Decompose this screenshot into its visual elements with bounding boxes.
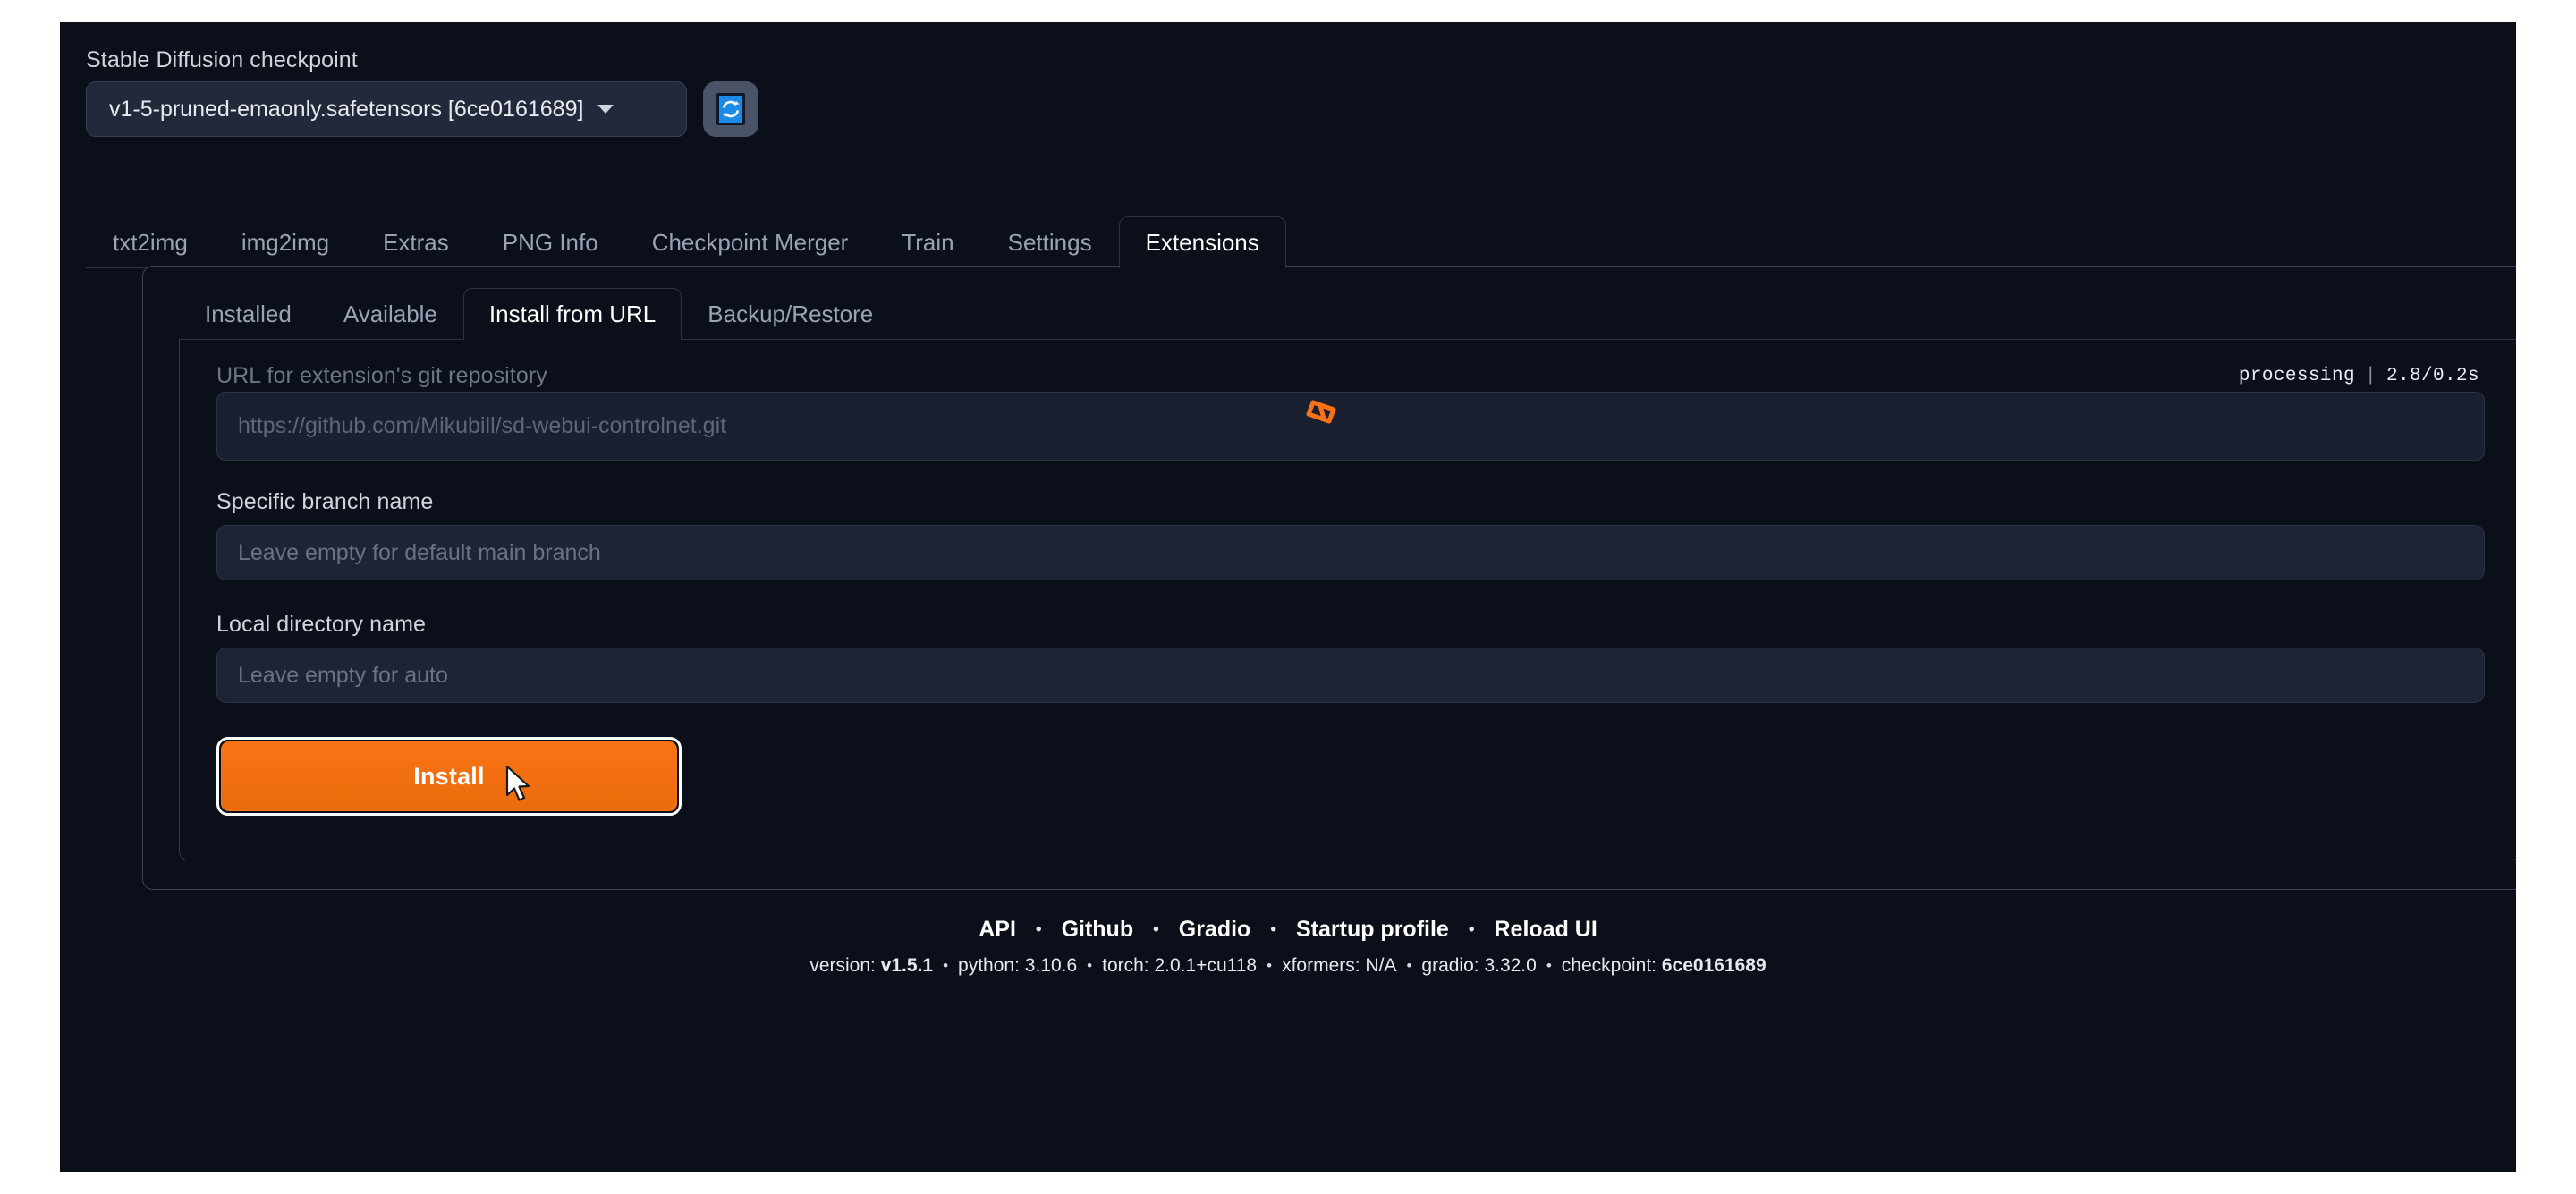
install-from-url-form: URL for extension's git repository proce… <box>179 339 2516 860</box>
version-key: version: <box>809 955 881 976</box>
local-directory-input[interactable]: Leave empty for auto <box>216 648 2485 703</box>
footer-link-api[interactable]: API <box>959 917 1036 943</box>
tab-extras[interactable]: Extras <box>356 216 476 268</box>
checkpoint-dropdown[interactable]: v1-5-pruned-emaonly.safetensors [6ce0161… <box>86 81 687 137</box>
url-status-bar: URL for extension's git repository proce… <box>216 360 2485 392</box>
footer-separator: • <box>1270 919 1276 939</box>
git-url-block: URL for extension's git repository proce… <box>216 360 2485 461</box>
version-key: xformers: <box>1282 955 1366 976</box>
main-tab-bar: txt2img img2img Extras PNG Info Checkpoi… <box>86 216 2490 268</box>
version-item-gradio: gradio: 3.32.0 <box>1411 955 1546 977</box>
subtab-available[interactable]: Available <box>318 288 463 340</box>
tab-extensions[interactable]: Extensions <box>1118 216 1286 268</box>
footer-separator: • <box>1153 919 1159 939</box>
tab-img2img[interactable]: img2img <box>215 216 356 268</box>
checkpoint-label: Stable Diffusion checkpoint <box>86 47 358 72</box>
refresh-checkpoints-button[interactable] <box>703 81 758 137</box>
checkpoint-dropdown-wrapper: Stable Diffusion checkpoint v1-5-pruned-… <box>86 49 687 137</box>
status-badge: processing | 2.8/0.2s <box>2239 366 2485 386</box>
chevron-down-icon <box>597 105 614 114</box>
tab-checkpoint-merger[interactable]: Checkpoint Merger <box>625 216 876 268</box>
tab-png-info[interactable]: PNG Info <box>476 216 625 268</box>
footer-link-reload-ui[interactable]: Reload UI <box>1474 917 1616 943</box>
branch-name-label: Specific branch name <box>216 489 434 514</box>
subtab-install-from-url[interactable]: Install from URL <box>462 288 682 340</box>
status-state: processing <box>2238 365 2355 386</box>
status-divider: | <box>2364 365 2377 386</box>
git-url-placeholder: https://github.com/Mikubill/sd-webui-con… <box>238 413 727 438</box>
footer-links: API • Github • Gradio • Startup profile … <box>60 917 2516 943</box>
status-timing: 2.8/0.2s <box>2385 365 2479 386</box>
version-key: python: <box>958 955 1025 976</box>
gradio-loading-icon <box>1301 397 1343 433</box>
version-value: 3.10.6 <box>1024 955 1078 976</box>
branch-name-placeholder: Leave empty for default main branch <box>238 539 601 565</box>
version-item-torch: torch: 2.0.1+cu118 <box>1092 955 1267 977</box>
version-item-python: python: 3.10.6 <box>948 955 1087 977</box>
footer-separator: • <box>1035 919 1042 939</box>
version-item-xformers: xformers: N/A <box>1272 955 1406 977</box>
app-window: Stable Diffusion checkpoint v1-5-pruned-… <box>60 22 2516 1172</box>
footer-separator: • <box>1468 919 1475 939</box>
extensions-sub-tab-bar: Installed Available Install from URL Bac… <box>179 288 899 340</box>
footer-link-github[interactable]: Github <box>1042 917 1154 943</box>
git-url-input[interactable]: https://github.com/Mikubill/sd-webui-con… <box>216 392 2485 461</box>
version-value: v1.5.1 <box>880 955 934 976</box>
install-button[interactable]: Install <box>221 741 677 811</box>
branch-name-input[interactable]: Leave empty for default main branch <box>216 525 2485 580</box>
local-directory-block: Local directory name Leave empty for aut… <box>216 614 2485 703</box>
footer: API • Github • Gradio • Startup profile … <box>60 917 2516 977</box>
version-item-version: version: v1.5.1 <box>800 955 943 977</box>
version-key: checkpoint: <box>1561 955 1662 976</box>
checkpoint-value: v1-5-pruned-emaonly.safetensors [6ce0161… <box>109 96 584 122</box>
version-value: N/A <box>1365 955 1397 976</box>
local-directory-label: Local directory name <box>216 612 427 637</box>
version-value: 2.0.1+cu118 <box>1154 955 1258 976</box>
install-button-focus-ring: Install <box>216 737 682 816</box>
version-value: 6ce0161689 <box>1661 955 1767 976</box>
subtab-installed[interactable]: Installed <box>179 288 318 340</box>
footer-link-gradio[interactable]: Gradio <box>1159 917 1271 943</box>
tab-settings[interactable]: Settings <box>981 216 1119 268</box>
refresh-icon <box>716 93 745 125</box>
version-key: gradio: <box>1421 955 1485 976</box>
tab-train[interactable]: Train <box>875 216 980 268</box>
extensions-panel: Installed Available Install from URL Bac… <box>142 266 2516 890</box>
branch-name-block: Specific branch name Leave empty for def… <box>216 491 2485 580</box>
version-key: torch: <box>1102 955 1155 976</box>
git-url-label: URL for extension's git repository <box>216 362 547 388</box>
footer-link-startup-profile[interactable]: Startup profile <box>1276 917 1469 943</box>
version-value: 3.32.0 <box>1484 955 1537 976</box>
version-item-checkpoint: checkpoint: 6ce0161689 <box>1552 955 1776 977</box>
tab-txt2img[interactable]: txt2img <box>86 216 215 268</box>
subtab-backup-restore[interactable]: Backup/Restore <box>682 288 899 340</box>
local-directory-placeholder: Leave empty for auto <box>238 662 448 688</box>
footer-version-info: version: v1.5.1 • python: 3.10.6 • torch… <box>60 955 2516 977</box>
checkpoint-selector-row: Stable Diffusion checkpoint v1-5-pruned-… <box>86 49 758 137</box>
